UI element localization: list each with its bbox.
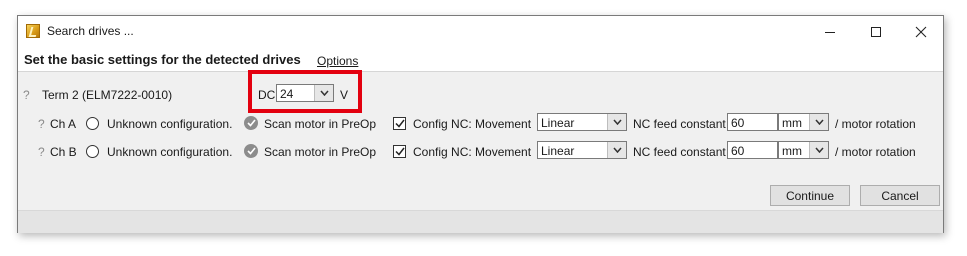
nc-feed-label: NC feed constant (633, 117, 726, 131)
maximize-icon (871, 26, 881, 37)
per-rotation-label: / motor rotation (835, 145, 916, 159)
chevron-down-icon[interactable] (607, 142, 626, 158)
window-title: Search drives ... (47, 24, 134, 38)
nc-feed-value: 60 (731, 144, 745, 158)
unit-select[interactable]: mm (778, 141, 829, 159)
unit-value: mm (782, 116, 802, 130)
channel-label: Ch A (50, 117, 77, 131)
check-icon (246, 147, 256, 155)
config-nc-checkbox[interactable] (393, 145, 406, 158)
title-bar: Search drives ... (18, 16, 943, 47)
channel-help-mark[interactable]: ? (38, 145, 45, 159)
search-drives-dialog: Search drives ... Set the basic settings… (17, 15, 944, 233)
close-button[interactable] (898, 16, 944, 47)
close-icon (915, 26, 927, 37)
channel-label: Ch B (50, 145, 77, 159)
drive-settings-panel: ? Term 2 (ELM7222-0010) DC 24 V ? Ch A U… (18, 72, 943, 212)
cancel-button[interactable]: Cancel (860, 185, 940, 206)
nc-feed-label: NC feed constant (633, 145, 726, 159)
status-footer (18, 210, 943, 233)
scan-motor-checkbox[interactable] (244, 144, 258, 158)
unit-select[interactable]: mm (778, 113, 829, 131)
config-nc-label: Config NC: Movement (413, 117, 532, 131)
nc-feed-input[interactable]: 60 (727, 141, 778, 159)
per-rotation-label: / motor rotation (835, 117, 916, 131)
movement-value: Linear (541, 116, 575, 130)
movement-select[interactable]: Linear (537, 113, 627, 131)
minimize-icon (825, 31, 835, 33)
maximize-button[interactable] (853, 16, 899, 47)
movement-select[interactable]: Linear (537, 141, 627, 159)
settings-header: Set the basic settings for the detected … (18, 47, 943, 72)
check-icon (246, 119, 256, 127)
chevron-down-icon[interactable] (809, 142, 828, 158)
nc-feed-input[interactable]: 60 (727, 113, 778, 131)
scan-motor-label: Scan motor in PreOp (264, 145, 377, 159)
settings-heading: Set the basic settings for the detected … (24, 52, 301, 67)
nc-feed-value: 60 (731, 116, 745, 130)
highlight-box (248, 70, 362, 113)
app-icon (26, 24, 40, 38)
channel-help-mark[interactable]: ? (38, 117, 45, 131)
unknown-config-radio[interactable] (86, 145, 99, 158)
minimize-button[interactable] (807, 16, 853, 47)
movement-value: Linear (541, 144, 575, 158)
scan-motor-label: Scan motor in PreOp (264, 117, 377, 131)
unknown-config-label: Unknown configuration. (107, 145, 233, 159)
unknown-config-label: Unknown configuration. (107, 117, 233, 131)
check-icon (394, 119, 405, 128)
config-nc-checkbox[interactable] (393, 117, 406, 130)
unknown-config-radio[interactable] (86, 117, 99, 130)
config-nc-label: Config NC: Movement (413, 145, 532, 159)
terminal-label: Term 2 (ELM7222-0010) (42, 88, 173, 102)
chevron-down-icon[interactable] (607, 114, 626, 130)
scan-motor-checkbox[interactable] (244, 116, 258, 130)
terminal-help-mark[interactable]: ? (23, 88, 30, 102)
continue-button[interactable]: Continue (770, 185, 850, 206)
chevron-down-icon[interactable] (809, 114, 828, 130)
options-link[interactable]: Options (317, 54, 358, 68)
unit-value: mm (782, 144, 802, 158)
check-icon (394, 147, 405, 156)
